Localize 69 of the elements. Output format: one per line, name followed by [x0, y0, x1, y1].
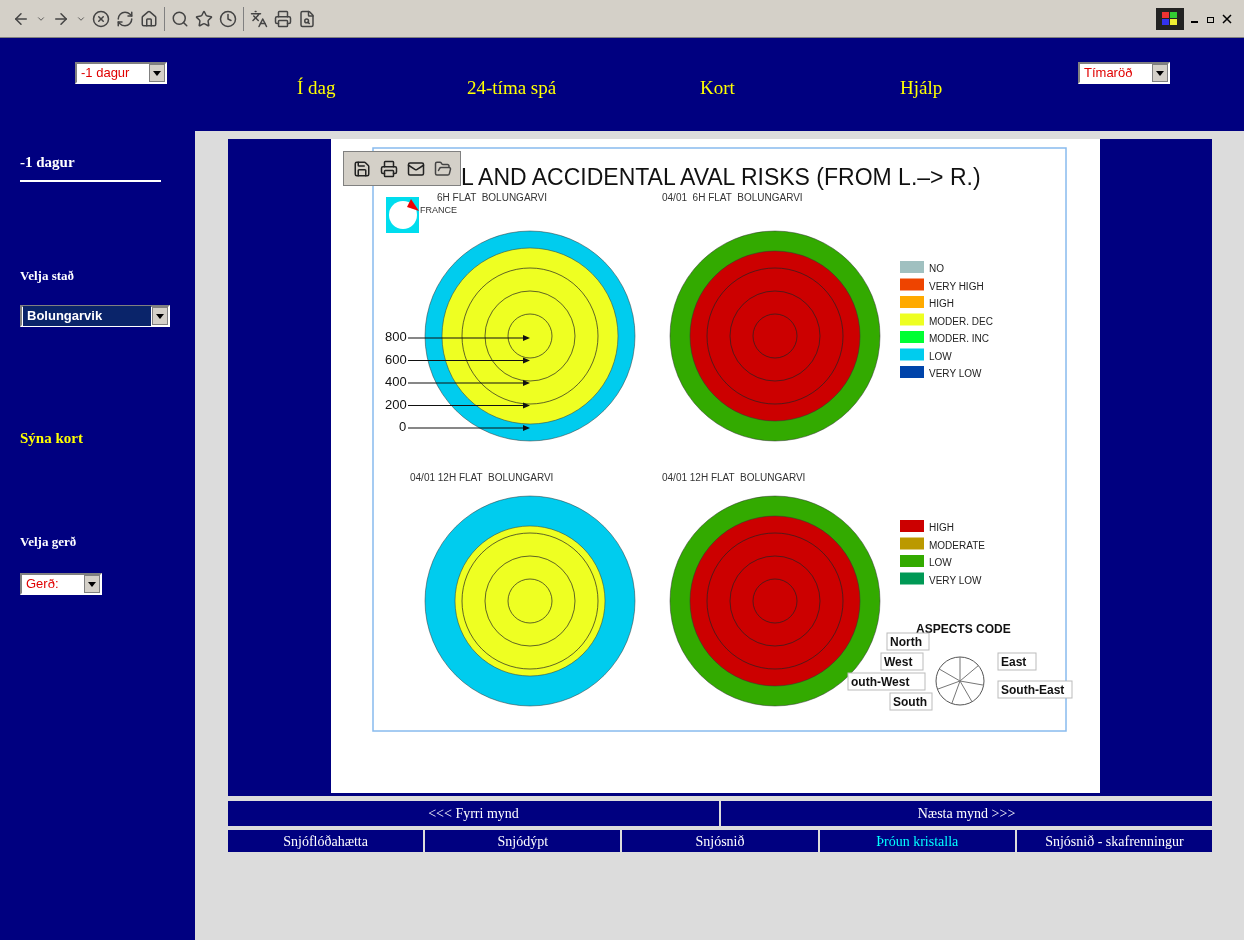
aspect-label: outh-West	[847, 672, 926, 691]
type-select[interactable]: Gerð:	[20, 573, 102, 595]
panel-caption: 04/01 12H FLAT BOLUNGARVI	[410, 472, 554, 483]
series-select[interactable]: Tímaröð	[1078, 62, 1170, 84]
print-icon[interactable]	[379, 159, 398, 178]
nav-link[interactable]: Kort	[700, 74, 900, 103]
save-icon[interactable]	[352, 159, 371, 178]
close-icon[interactable]	[1222, 13, 1232, 24]
aspect-label: East	[997, 652, 1037, 671]
clock-icon[interactable]	[219, 9, 237, 28]
arrow-icon	[407, 425, 530, 431]
preview-icon[interactable]	[298, 9, 316, 28]
legend-label: LOW	[929, 350, 952, 362]
refresh-icon[interactable]	[116, 9, 134, 28]
mail-icon[interactable]	[406, 159, 425, 178]
folder-icon[interactable]	[433, 159, 452, 178]
tab[interactable]: Snjósnið	[622, 830, 818, 852]
altitude-label: 0	[399, 419, 407, 434]
altitude-label: 400	[385, 374, 407, 389]
legend-label: VERY LOW	[929, 574, 982, 586]
print-icon[interactable]	[274, 9, 292, 28]
windows-logo-icon	[1156, 7, 1184, 30]
stop-icon[interactable]	[92, 9, 110, 28]
aspect-label: South-East	[997, 680, 1073, 699]
arrow-icon	[407, 402, 530, 409]
legend-label: MODERATE	[929, 539, 985, 551]
star-icon[interactable]	[195, 9, 213, 28]
nav-link[interactable]: Hjálp	[900, 74, 1050, 103]
panel-caption: 6H FLAT BOLUNGARVI	[437, 192, 548, 203]
legend-label: HIGH	[929, 298, 954, 309]
aspect-label: West	[880, 652, 924, 671]
place-select[interactable]: Bolungarvik	[20, 305, 170, 327]
day-select[interactable]: -1 dagur	[75, 62, 167, 84]
arrow-icon	[407, 335, 530, 341]
logo-icon	[386, 197, 419, 233]
tab[interactable]: Þróun kristalla	[819, 830, 1015, 852]
tab[interactable]: Snjósnið - skafrenningur	[1016, 830, 1212, 852]
aspect-label: South	[889, 692, 933, 711]
altitude-label: 800	[385, 329, 407, 344]
tab[interactable]: Snjódýpt	[425, 830, 621, 852]
home-icon[interactable]	[140, 9, 158, 28]
altitude-label: 200	[385, 396, 407, 412]
next-image-button[interactable]: Næsta mynd >>>	[721, 801, 1212, 826]
sidebar-heading: -1 dagur	[20, 151, 161, 182]
altitude-label: 600	[385, 351, 407, 367]
legend-label: LOW	[929, 557, 952, 568]
arrow-icon	[407, 357, 530, 364]
legend-label: MODER. DEC	[929, 315, 993, 327]
previous-image-button[interactable]: <<< Fyrri mynd	[228, 801, 719, 826]
show-map-link[interactable]: Sýna kort	[20, 427, 195, 450]
translate-icon[interactable]	[250, 9, 268, 28]
chart-title: L AND ACCIDENTAL AVAL RISKS (FROM L.–> R.)	[461, 164, 981, 190]
tab[interactable]: Snjóflóðahætta	[228, 830, 424, 852]
legend-label: VERY LOW	[929, 368, 982, 379]
legend-label: MODER. INC	[929, 333, 989, 344]
panel-caption: 04/01 12H FLAT BOLUNGARVI	[662, 472, 806, 483]
arrow-icon	[407, 380, 530, 386]
panel-caption: 04/01 6H FLAT BOLUNGARVI	[662, 192, 803, 203]
legend-label: VERY HIGH	[929, 280, 984, 292]
aspect-label: North	[886, 632, 930, 651]
search-icon[interactable]	[171, 9, 189, 28]
nav-link[interactable]: 24-tíma spá	[467, 74, 700, 103]
nav-link[interactable]: Í dag	[297, 74, 467, 103]
logo-text: FRANCE	[420, 205, 457, 215]
legend-label: HIGH	[929, 522, 954, 533]
compass-drawing	[935, 656, 985, 706]
legend-label: NO	[929, 263, 944, 274]
sidebar-label: Velja gerð	[20, 532, 78, 551]
sidebar-label: Velja stað	[20, 266, 76, 285]
